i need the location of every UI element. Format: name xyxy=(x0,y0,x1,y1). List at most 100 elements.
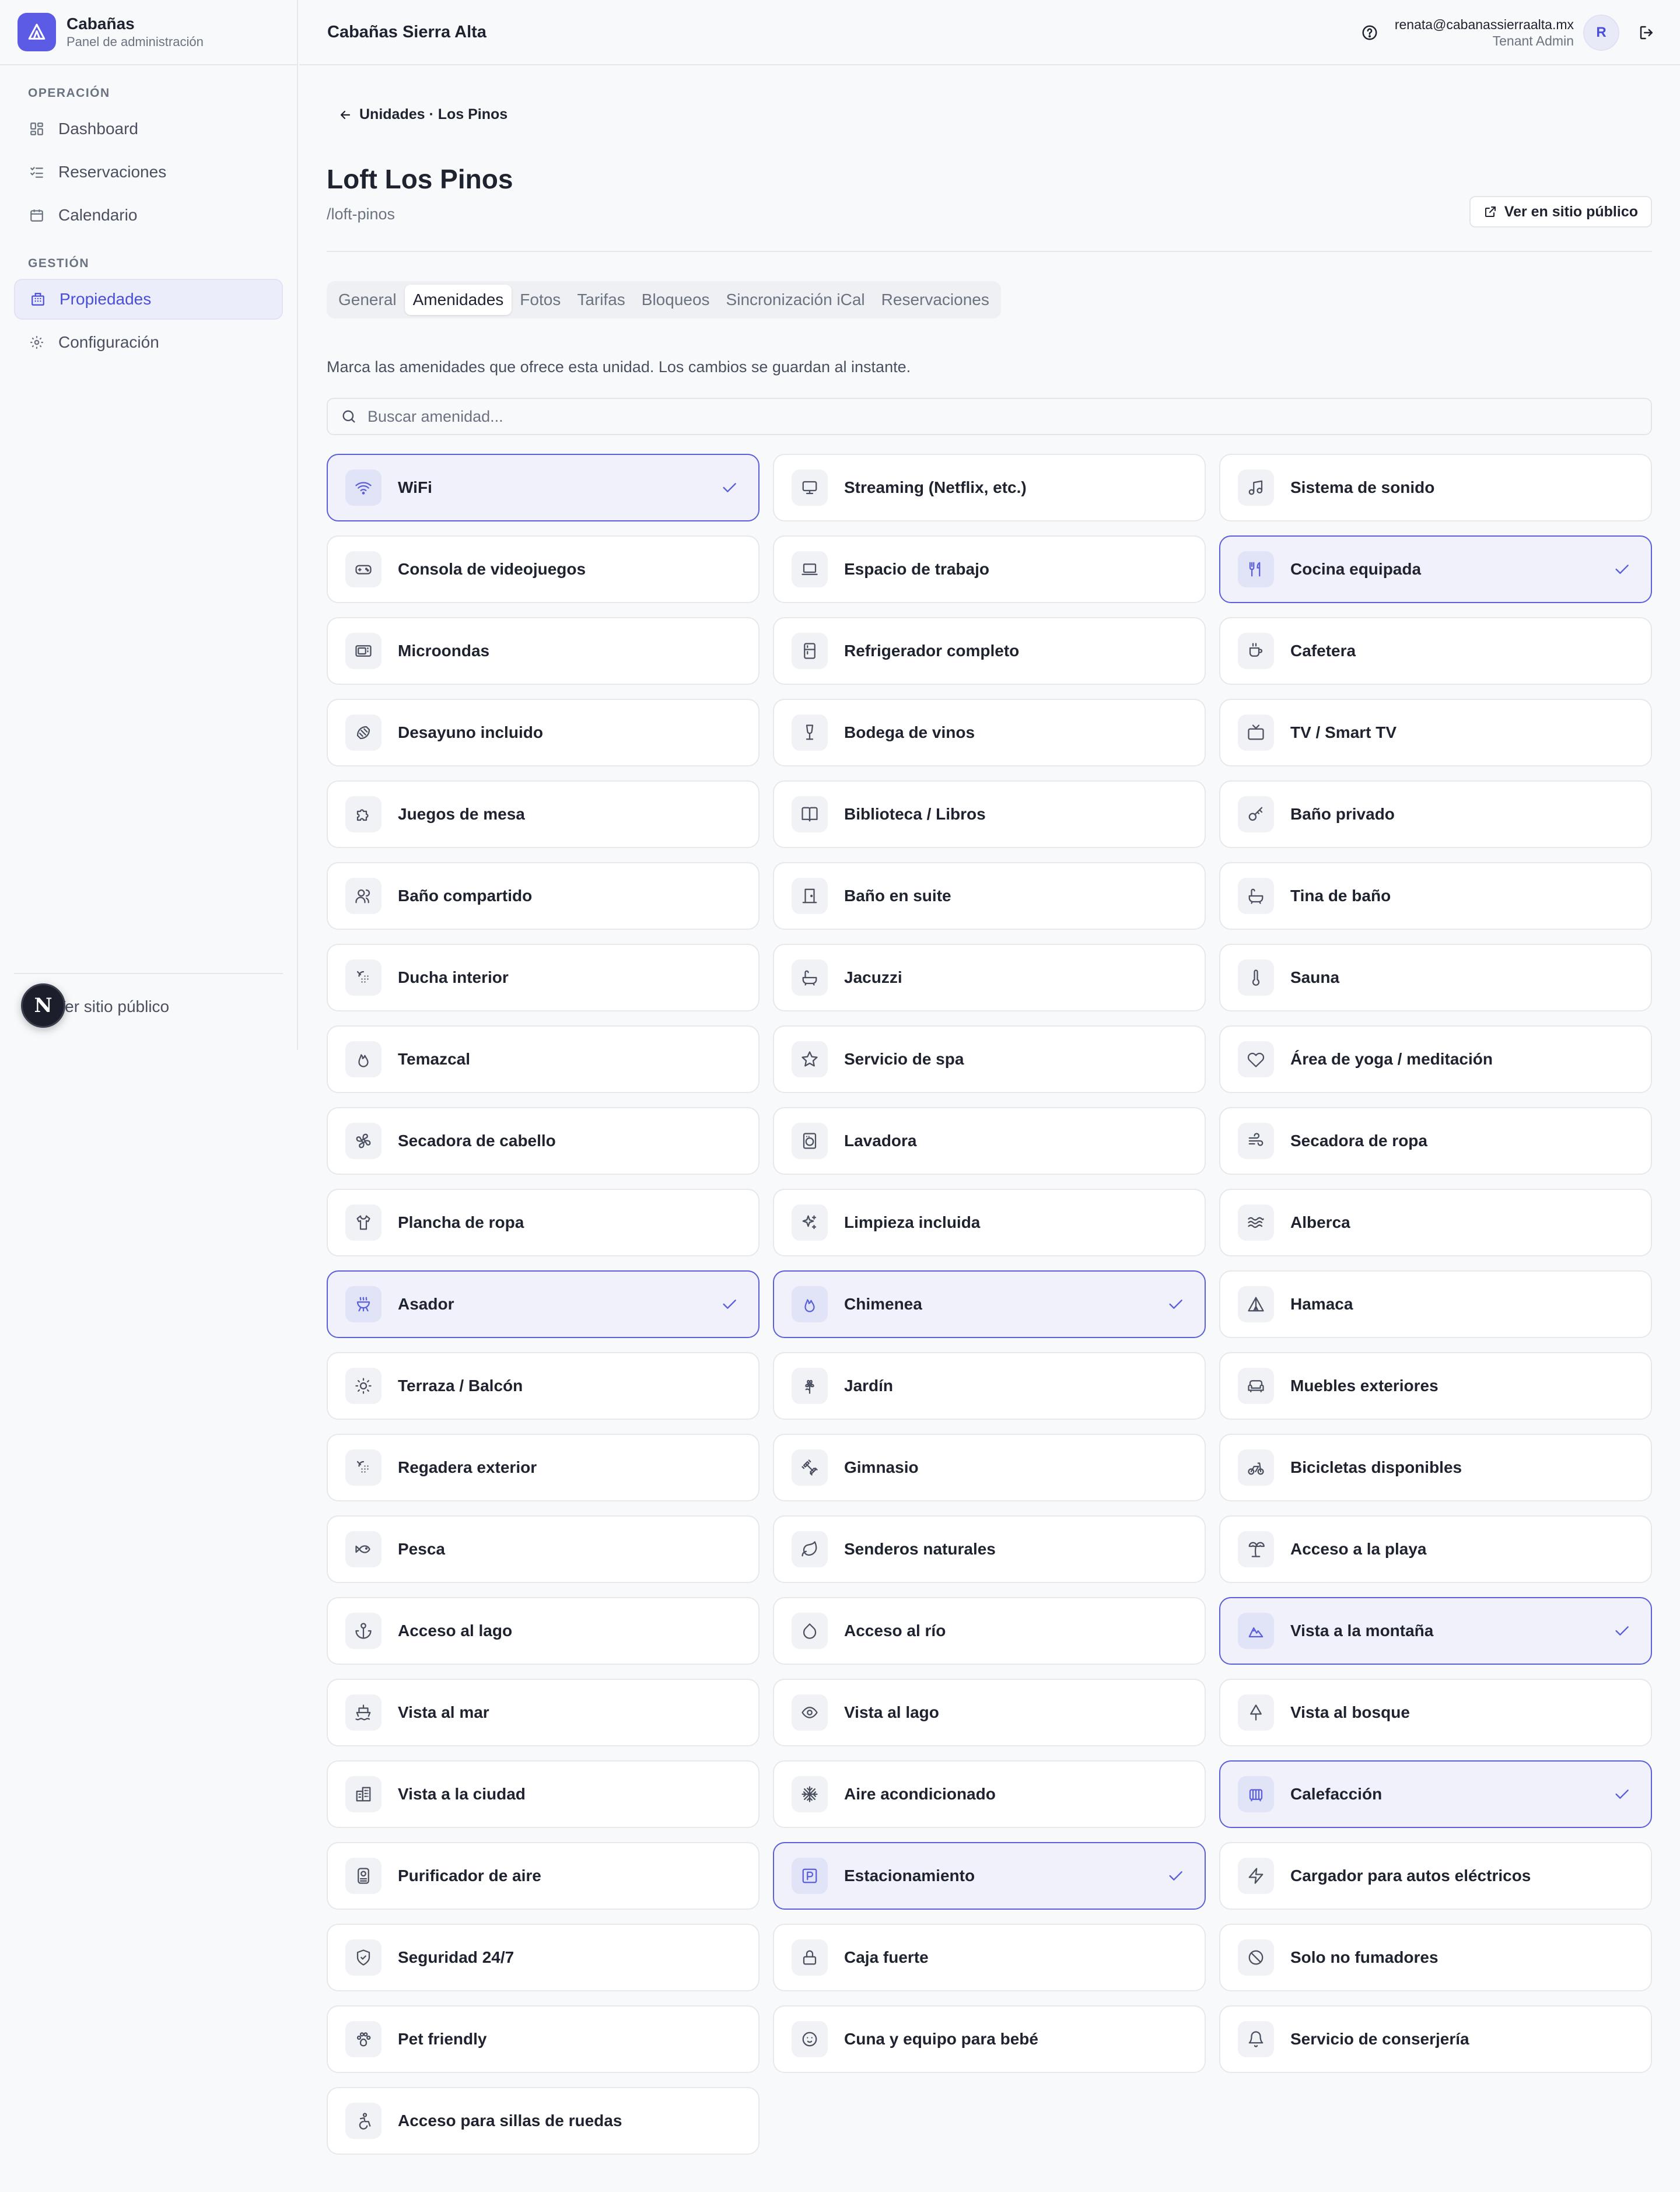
sidebar-item-reservaciones[interactable]: Reservaciones xyxy=(14,152,283,192)
amenity-label: Secadora de ropa xyxy=(1290,1132,1427,1150)
amenity-card[interactable]: Acceso a la playa xyxy=(1219,1515,1652,1583)
amenity-card[interactable]: Bicicletas disponibles xyxy=(1219,1434,1652,1501)
amenity-card[interactable]: Juegos de mesa xyxy=(327,780,760,848)
tab-bloqueos[interactable]: Bloqueos xyxy=(634,285,718,315)
brand[interactable]: Cabañas Panel de administración xyxy=(0,0,297,65)
sidebar-item-label: Configuración xyxy=(58,333,159,351)
sidebar-item-propiedades[interactable]: Propiedades xyxy=(14,279,283,320)
amenity-card[interactable]: Regadera exterior xyxy=(327,1434,760,1501)
sidebar-item-configuracion[interactable]: Configuración xyxy=(14,322,283,363)
tab-reservaciones[interactable]: Reservaciones xyxy=(873,285,998,315)
amenity-card[interactable]: Vista al mar xyxy=(327,1679,760,1746)
divider xyxy=(327,251,1652,252)
amenity-card[interactable]: Seguridad 24/7 xyxy=(327,1924,760,1991)
sidebar-item-dashboard[interactable]: Dashboard xyxy=(14,108,283,149)
bike-icon xyxy=(1238,1449,1274,1486)
help-icon[interactable] xyxy=(1360,23,1380,43)
amenity-card[interactable]: Gimnasio xyxy=(773,1434,1206,1501)
tab-sincronizacion-ical[interactable]: Sincronización iCal xyxy=(718,285,873,315)
amenity-card[interactable]: Vista a la ciudad xyxy=(327,1760,760,1828)
amenity-card[interactable]: Jardín xyxy=(773,1352,1206,1420)
shield-icon xyxy=(345,1939,382,1976)
amenity-card[interactable]: Muebles exteriores xyxy=(1219,1352,1652,1420)
amenity-card[interactable]: Jacuzzi xyxy=(773,944,1206,1011)
wine-icon xyxy=(792,715,828,751)
amenity-card[interactable]: Cuna y equipo para bebé xyxy=(773,2005,1206,2073)
amenity-card[interactable]: TV / Smart TV xyxy=(1219,699,1652,766)
amenity-card[interactable]: Calefacción xyxy=(1219,1760,1652,1828)
amenity-card[interactable]: Vista al lago xyxy=(773,1679,1206,1746)
amenity-card[interactable]: Área de yoga / meditación xyxy=(1219,1025,1652,1093)
baby-icon xyxy=(792,2021,828,2057)
amenity-card[interactable]: Baño privado xyxy=(1219,780,1652,848)
amenity-card[interactable]: Pesca xyxy=(327,1515,760,1583)
logout-icon[interactable] xyxy=(1637,23,1657,43)
amenity-card[interactable]: Espacio de trabajo xyxy=(773,535,1206,603)
amenity-card[interactable]: Cafetera xyxy=(1219,617,1652,685)
amenity-card[interactable]: Secadora de cabello xyxy=(327,1107,760,1175)
amenity-card[interactable]: Acceso al lago xyxy=(327,1597,760,1665)
amenity-card[interactable]: Estacionamiento xyxy=(773,1842,1206,1910)
amenity-card[interactable]: Senderos naturales xyxy=(773,1515,1206,1583)
amenity-card[interactable]: Alberca xyxy=(1219,1189,1652,1256)
tab-fotos[interactable]: Fotos xyxy=(512,285,569,315)
amenity-card[interactable]: Solo no fumadores xyxy=(1219,1924,1652,1991)
view-public-site-button[interactable]: Ver en sitio público xyxy=(1469,196,1652,227)
amenity-card[interactable]: Refrigerador completo xyxy=(773,617,1206,685)
amenity-card[interactable]: Ducha interior xyxy=(327,944,760,1011)
amenity-card[interactable]: Acceso para sillas de ruedas xyxy=(327,2087,760,2155)
amenity-label: Acceso al lago xyxy=(398,1622,513,1640)
amenity-card[interactable]: Purificador de aire xyxy=(327,1842,760,1910)
amenity-card[interactable]: Chimenea xyxy=(773,1270,1206,1338)
amenity-card[interactable]: Servicio de conserjería xyxy=(1219,2005,1652,2073)
sidebar-item-label: Propiedades xyxy=(60,290,152,308)
amenity-card[interactable]: Tina de baño xyxy=(1219,862,1652,930)
amenity-card[interactable]: Terraza / Balcón xyxy=(327,1352,760,1420)
tab-amenidades[interactable]: Amenidades xyxy=(404,285,512,315)
breadcrumb[interactable]: Unidades · Los Pinos xyxy=(338,106,508,123)
amenity-label: Servicio de spa xyxy=(844,1050,964,1068)
amenity-label: Área de yoga / meditación xyxy=(1290,1050,1493,1068)
amenity-card[interactable]: Hamaca xyxy=(1219,1270,1652,1338)
amenity-card[interactable]: Vista a la montaña xyxy=(1219,1597,1652,1665)
amenity-card[interactable]: Streaming (Netflix, etc.) xyxy=(773,454,1206,521)
anchor-icon xyxy=(345,1613,382,1649)
sidebar-item-calendario[interactable]: Calendario xyxy=(14,195,283,236)
amenity-card[interactable]: Temazcal xyxy=(327,1025,760,1093)
amenity-card[interactable]: Cocina equipada xyxy=(1219,535,1652,603)
amenity-label: Bodega de vinos xyxy=(844,723,975,741)
amenity-label: Senderos naturales xyxy=(844,1540,996,1558)
amenity-card[interactable]: Baño compartido xyxy=(327,862,760,930)
amenity-card[interactable]: Servicio de spa xyxy=(773,1025,1206,1093)
amenity-card[interactable]: Desayuno incluido xyxy=(327,699,760,766)
amenity-label: Alberca xyxy=(1290,1213,1350,1231)
amenity-card[interactable]: Secadora de ropa xyxy=(1219,1107,1652,1175)
amenity-card[interactable]: Pet friendly xyxy=(327,2005,760,2073)
avatar[interactable]: R xyxy=(1583,15,1619,51)
tab-tarifas[interactable]: Tarifas xyxy=(569,285,633,315)
amenity-card[interactable]: Consola de videojuegos xyxy=(327,535,760,603)
amenity-card[interactable]: Asador xyxy=(327,1270,760,1338)
amenity-card[interactable]: Acceso al río xyxy=(773,1597,1206,1665)
amenity-card[interactable]: Caja fuerte xyxy=(773,1924,1206,1991)
search-input[interactable] xyxy=(368,407,1592,426)
amenity-card[interactable]: Plancha de ropa xyxy=(327,1189,760,1256)
amenity-card[interactable]: Sauna xyxy=(1219,944,1652,1011)
microwave-icon xyxy=(345,633,382,669)
amenity-card[interactable]: Limpieza incluida xyxy=(773,1189,1206,1256)
amenity-label: Ducha interior xyxy=(398,968,509,986)
amenity-card[interactable]: Bodega de vinos xyxy=(773,699,1206,766)
amenity-card[interactable]: Microondas xyxy=(327,617,760,685)
amenity-card[interactable]: Baño en suite xyxy=(773,862,1206,930)
amenity-card[interactable]: WiFi xyxy=(327,454,760,521)
amenity-card[interactable]: Aire acondicionado xyxy=(773,1760,1206,1828)
amenity-card[interactable]: Biblioteca / Libros xyxy=(773,780,1206,848)
amenity-card[interactable]: Lavadora xyxy=(773,1107,1206,1175)
amenity-label: Chimenea xyxy=(844,1295,922,1313)
amenity-card[interactable]: Sistema de sonido xyxy=(1219,454,1652,521)
amenity-card[interactable]: Cargador para autos eléctricos xyxy=(1219,1842,1652,1910)
amenity-card[interactable]: Vista al bosque xyxy=(1219,1679,1652,1746)
tab-general[interactable]: General xyxy=(330,285,405,315)
dev-badge[interactable]: N xyxy=(21,983,65,1028)
amenity-label: Terraza / Balcón xyxy=(398,1377,523,1395)
